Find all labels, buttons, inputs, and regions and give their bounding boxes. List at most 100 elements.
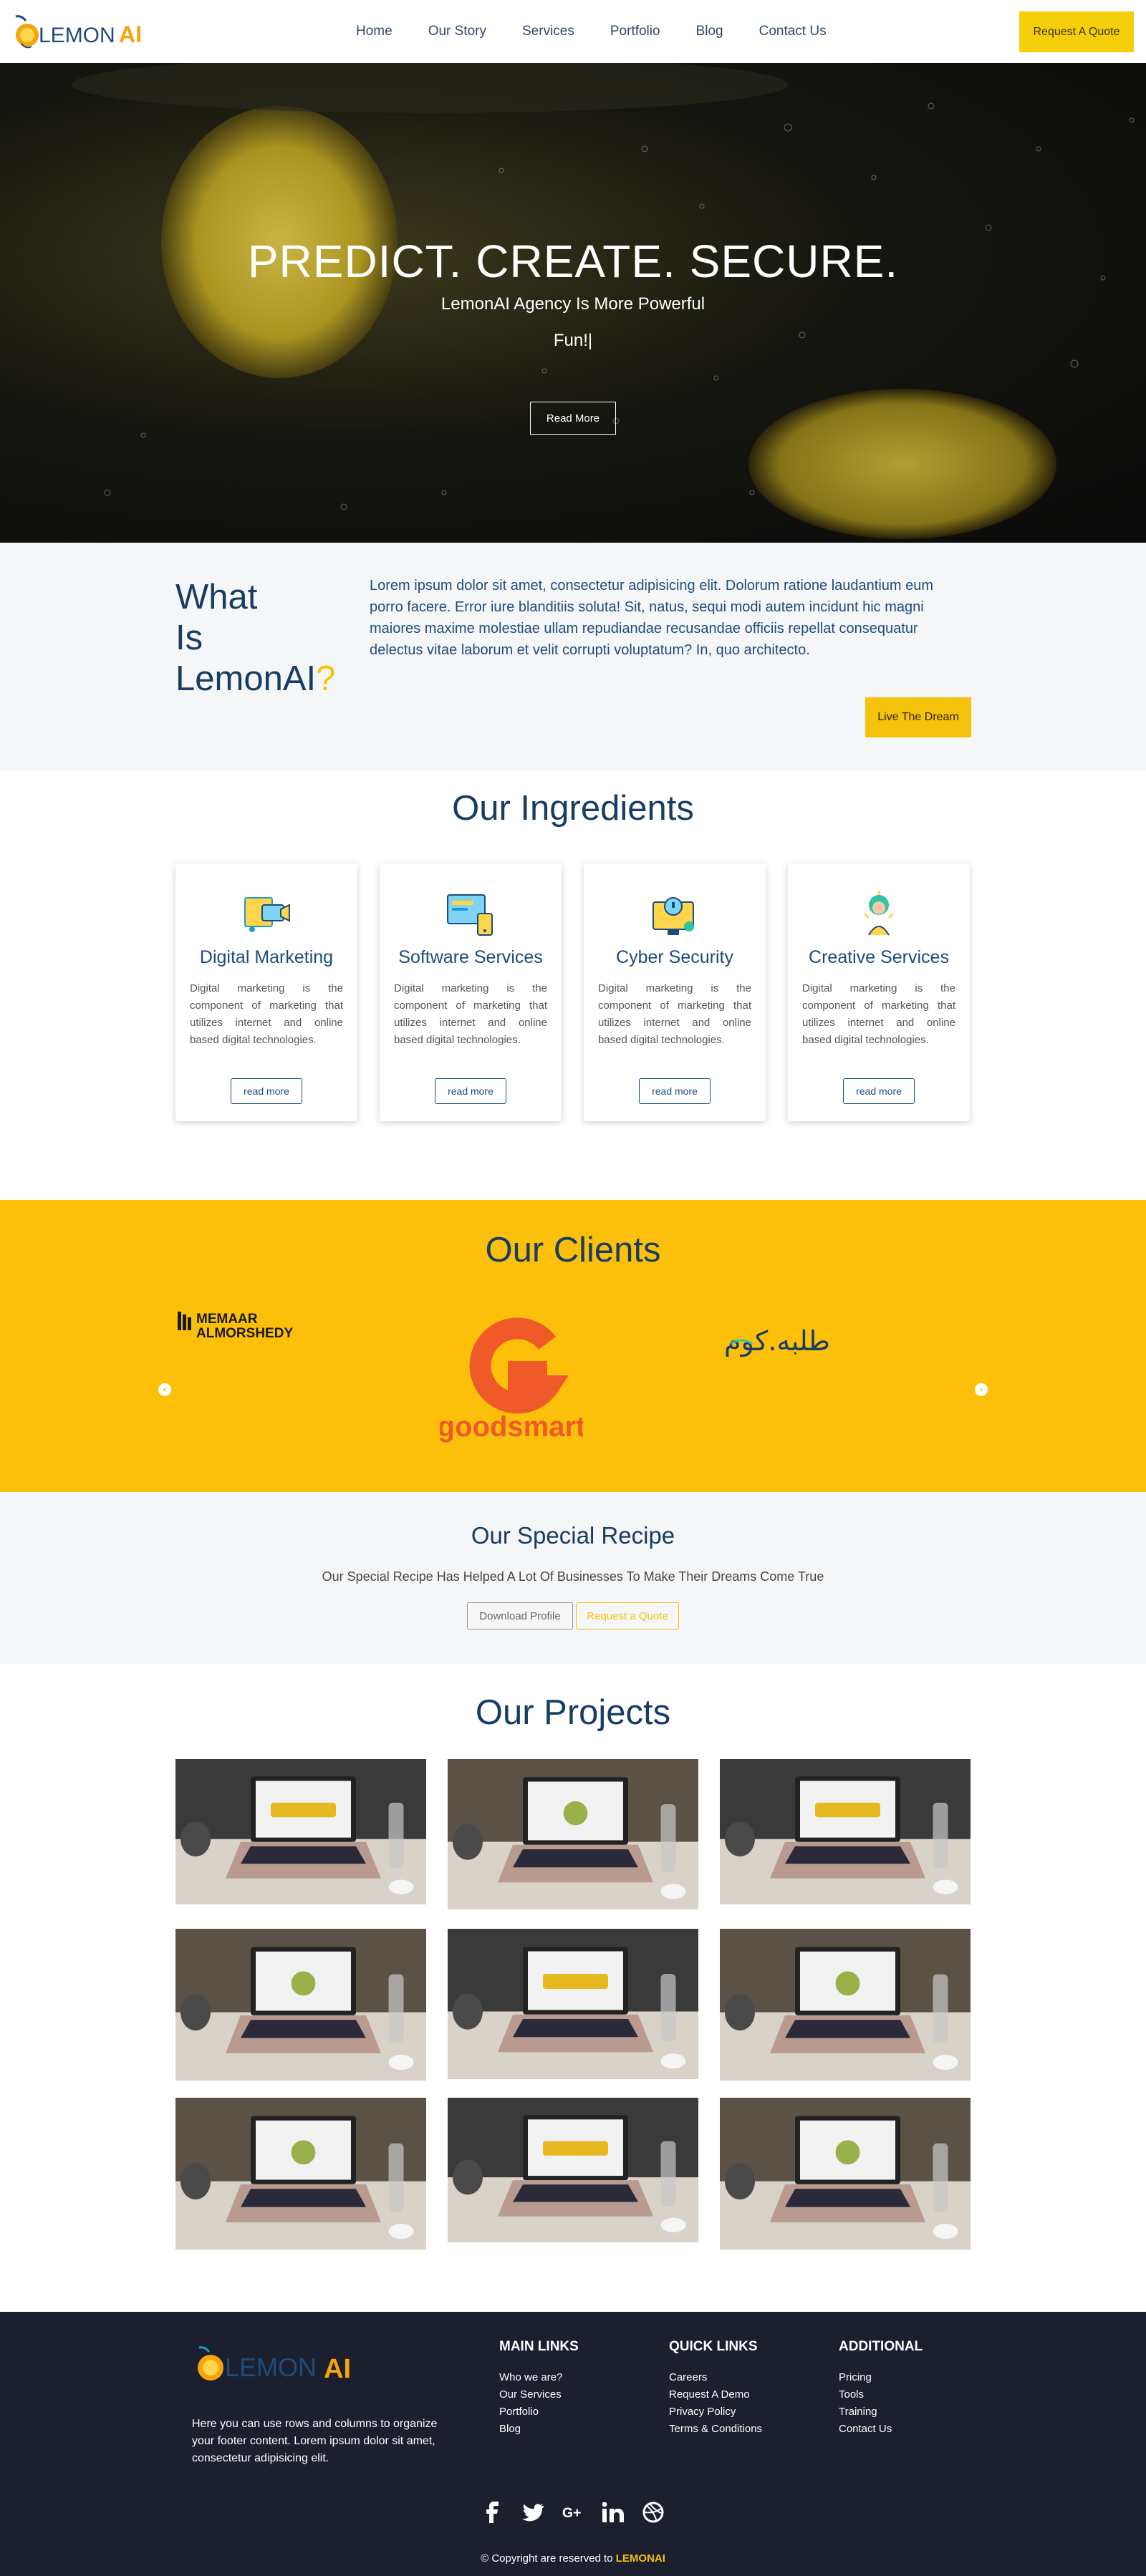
client-logo-memaar: MEMAAR ALMORSHEDY [178,1309,321,1343]
nav-services[interactable]: Services [522,24,574,39]
footer-link[interactable]: Pricing [839,2369,923,2386]
footer-column-title: MAIN LINKS [499,2339,579,2354]
svg-text:AI: AI [324,2354,351,2384]
card-title: Creative Services [809,947,949,967]
hero-subtitle: LemonAI Agency Is More Powerful [440,294,706,314]
top-navbar: LEMON AI Home Our Story Services Portfol… [0,0,1146,63]
facebook-icon[interactable] [482,2502,504,2523]
nav-home[interactable]: Home [356,24,393,39]
card-read-more-button[interactable]: read more [843,1078,915,1104]
footer-link[interactable]: Terms & Conditions [669,2421,762,2438]
footer-quick-links: QUICK LINKS Careers Request A Demo Priva… [669,2339,762,2438]
project-thumbnail[interactable] [175,1929,426,2081]
project-thumbnail[interactable] [720,2098,971,2250]
projects-section: Our Projects [0,1664,1146,2312]
footer-link[interactable]: Our Services [499,2386,579,2403]
footer-link[interactable]: Privacy Policy [669,2403,762,2421]
lemon-logo-icon: LEMON AI [198,2346,351,2384]
footer-main-links: MAIN LINKS Who we are? Our Services Port… [499,2339,579,2438]
project-thumbnail[interactable] [448,1929,698,2079]
nav-our-story[interactable]: Our Story [428,24,486,39]
footer-link[interactable]: Contact Us [839,2421,923,2438]
footer-link[interactable]: Careers [669,2369,762,2386]
card-text: Digital marketing is the component of ma… [190,982,343,1046]
project-laptop-image [175,1929,426,2081]
client-logo-talabat: طلبه.كوم [709,1318,845,1371]
card-read-more-button[interactable]: read more [435,1078,506,1104]
copyright-text: © Copyright are reserved to LEMONAI [481,2552,665,2565]
project-thumbnail[interactable] [175,2098,426,2250]
footer-link[interactable]: Portfolio [499,2403,579,2421]
nav-contact-us[interactable]: Contact Us [759,24,827,39]
project-laptop-image [720,1759,971,1904]
project-thumbnail[interactable] [720,1929,971,2081]
project-thumbnail[interactable] [448,1759,698,1909]
footer-link[interactable]: Blog [499,2421,579,2438]
footer-link[interactable]: Tools [839,2386,923,2403]
footer-column-title: QUICK LINKS [669,2339,758,2354]
footer-logo[interactable]: LEMON AI [193,2338,380,2398]
card-read-more-button[interactable]: read more [639,1078,711,1104]
brand-logo[interactable]: LEMON AI [11,6,169,57]
project-thumbnail[interactable] [720,1759,971,1904]
carousel-prev-arrow-icon[interactable]: ‹ [158,1383,171,1396]
what-is-section: What Is LemonAI? Lorem ipsum dolor sit a… [0,543,1146,770]
social-links: G+ [0,2502,1146,2523]
project-laptop-image [448,2098,698,2242]
project-thumbnail[interactable] [175,1759,426,1904]
project-laptop-image [175,1759,426,1904]
carousel-next-arrow-icon[interactable]: › [975,1383,988,1396]
software-services-icon [447,894,493,936]
linkedin-icon[interactable] [602,2502,624,2523]
request-quote-button[interactable]: Request A Quote [1019,11,1134,52]
hero-banner: PREDICT. CREATE. SECURE. LemonAI Agency … [0,63,1146,543]
svg-text:LEMON: LEMON [39,24,115,47]
ingredients-section: Our Ingredients Digital Marketing Digita… [0,770,1146,1200]
footer-about-text: Here you can use rows and columns to org… [192,2418,438,2464]
main-menu: Home Our Story Services Portfolio Blog C… [356,0,862,63]
recipe-text: Our Special Recipe Has Helped A Lot Of B… [322,1569,824,1584]
footer-link[interactable]: Training [839,2403,923,2421]
project-thumbnail[interactable] [448,2098,698,2242]
google-plus-icon[interactable]: G+ [562,2502,584,2523]
clients-section: Our Clients ‹ › MEMAAR ALMORSHEDY goodsm… [0,1200,1146,1492]
nav-blog[interactable]: Blog [696,24,723,39]
digital-marketing-icon [244,897,290,932]
download-profile-button[interactable]: Download Profile [467,1602,573,1630]
projects-title: Our Projects [475,1693,671,1732]
cyber-security-icon [653,897,694,935]
read-more-button[interactable]: Read More [530,402,616,435]
nav-portfolio[interactable]: Portfolio [610,24,660,39]
creative-services-icon [863,891,895,936]
svg-text:AI: AI [119,21,142,47]
live-the-dream-button[interactable]: Live The Dream [865,697,971,737]
project-laptop-image [448,1759,698,1909]
footer-additional-links: ADDITIONAL Pricing Tools Training Contac… [839,2339,923,2438]
project-laptop-image [720,2098,971,2250]
service-card-creative-services: Creative Services Digital marketing is t… [788,863,970,1121]
recipe-title: Our Special Recipe [471,1522,675,1549]
footer-link[interactable]: Who we are? [499,2369,579,2386]
service-card-digital-marketing: Digital Marketing Digital marketing is t… [175,863,357,1121]
svg-text:ALMORSHEDY: ALMORSHEDY [196,1326,293,1340]
project-laptop-image [175,2098,426,2250]
svg-text:LEMON: LEMON [225,2353,317,2382]
card-read-more-button[interactable]: read more [231,1078,302,1104]
project-laptop-image [720,1929,971,2081]
service-card-software-services: Software Services Digital marketing is t… [380,863,562,1121]
talabat-logo-icon: طلبه.كوم [724,1325,830,1357]
recipe-request-quote-button[interactable]: Request a Quote [576,1602,679,1630]
footer-link[interactable]: Request A Demo [669,2386,762,2403]
service-card-cyber-security: Cyber Security Digital marketing is the … [584,863,766,1121]
special-recipe-section: Our Special Recipe Our Special Recipe Ha… [0,1492,1146,1664]
project-laptop-image [448,1929,698,2079]
card-title: Software Services [398,947,543,967]
svg-text:goodsmart: goodsmart [440,1411,583,1443]
dribbble-icon[interactable] [642,2502,664,2523]
twitter-icon[interactable] [522,2502,544,2523]
card-title: Digital Marketing [199,947,334,967]
card-title: Cyber Security [616,947,733,967]
svg-text:MEMAAR: MEMAAR [196,1312,258,1327]
clients-title: Our Clients [485,1231,661,1269]
client-logo-goodsmart: goodsmart [438,1314,585,1446]
